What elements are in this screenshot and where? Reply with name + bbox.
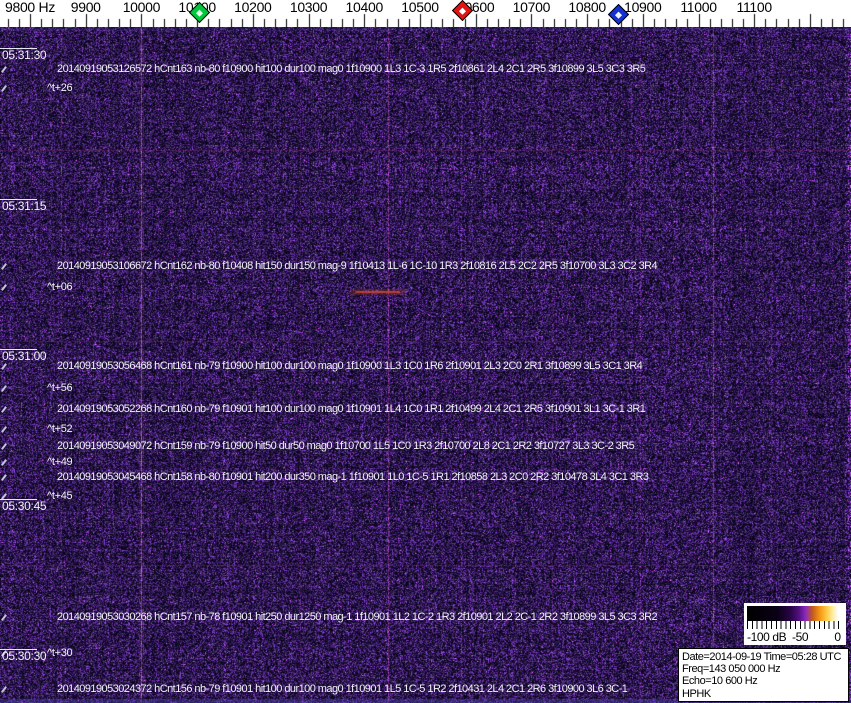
time-tick-label: 05:30:30 <box>2 649 47 663</box>
event-time-marker: ^t+30 <box>47 647 73 659</box>
echo-data-line: 20140919053052268 hCnt160 nb-79 f10901 h… <box>57 403 646 415</box>
echo-data-line: 20140919053024372 hCnt156 nb-79 f10901 h… <box>57 683 628 695</box>
event-time-marker: ^t+45 <box>47 490 73 502</box>
event-time-marker: ^t+49 <box>47 456 73 468</box>
colorbar-mid-label: -50 <box>792 630 809 644</box>
event-time-marker: ^t+26 <box>47 82 73 94</box>
colorbar-gradient <box>747 606 843 621</box>
info-station: HPHK <box>682 687 711 700</box>
freq-tick-label: 10900 <box>624 0 662 15</box>
echo-data-line: 20140919053126572 hCnt163 nb-80 f10900 h… <box>57 63 646 75</box>
freq-tick-label: 10300 <box>289 0 328 15</box>
colorbar-ticks <box>747 621 843 629</box>
event-time-marker: ^t+52 <box>47 423 73 435</box>
freq-tick-label: 11100 <box>736 0 773 15</box>
time-tick-label: 05:31:15 <box>2 199 47 213</box>
event-time-marker: ^t+56 <box>47 382 73 394</box>
freq-tick-label: 9800 Hz <box>4 0 56 15</box>
freq-tick-label: 10700 <box>512 0 551 15</box>
echo-data-line: 20140919053030268 hCnt157 nb-78 f10901 h… <box>57 611 658 623</box>
info-echo: Echo=10 600 Hz <box>682 675 758 688</box>
freq-tick-label: 11000 <box>680 0 717 15</box>
freq-tick-label: 9900 <box>70 0 101 15</box>
status-info-box: Date=2014-09-19 Time=05:28 UTC Freq=143 … <box>678 648 849 702</box>
freq-tick-label: 10500 <box>401 0 439 15</box>
time-tick-label: 05:31:00 <box>2 349 47 363</box>
time-tick-label: 05:31:30 <box>2 48 47 62</box>
green-diamond-marker-core <box>196 8 204 17</box>
freq-tick-label: 10200 <box>234 0 272 15</box>
info-date-time: Date=2014-09-19 Time=05:28 UTC <box>682 651 841 663</box>
echo-data-line: 20140919053049072 hCnt159 nb-79 f10900 h… <box>57 440 635 452</box>
colorbar-max-label: 0 <box>834 630 841 644</box>
event-time-marker: ^t+06 <box>47 281 73 293</box>
freq-tick-label: 10400 <box>345 0 384 15</box>
info-frequency: Freq=143 050 000 Hz <box>682 663 781 676</box>
frequency-ruler[interactable]: 9800 Hz990010000101001020010300104001050… <box>0 0 851 27</box>
meteor-echo-monitor-window: 9800 Hz990010000101001020010300104001050… <box>0 0 851 703</box>
freq-tick-label: 10800 <box>568 0 606 15</box>
red-diamond-marker-core <box>458 6 466 15</box>
colorbar-min-label: -100 dB <box>747 630 787 644</box>
echo-data-line: 20140919053106672 hCnt162 nb-80 f10408 h… <box>57 260 658 272</box>
intensity-colorbar: -100 dB -50 0 <box>744 603 846 645</box>
echo-data-line: 20140919053056468 hCnt161 nb-79 f10900 h… <box>57 360 643 372</box>
time-tick-label: 05:30:45 <box>2 499 47 513</box>
echo-data-line: 20140919053045468 hCnt158 nb-80 f10901 h… <box>57 471 649 483</box>
freq-tick-label: 10000 <box>122 0 161 15</box>
blue-diamond-marker-core <box>614 10 622 19</box>
